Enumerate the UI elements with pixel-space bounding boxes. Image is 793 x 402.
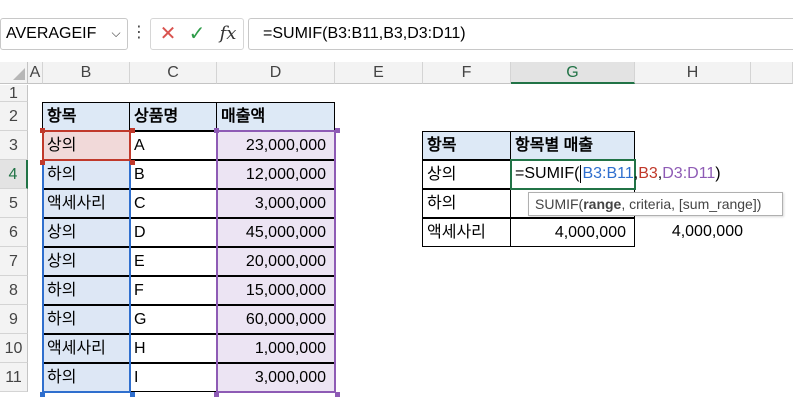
cell-f5[interactable]: 하의 [422,189,511,218]
formula-buttons: ✕ ✓ fx [150,18,244,50]
cell-d5[interactable]: 3,000,000 [216,189,335,218]
column-header-h[interactable]: H [635,62,751,84]
cell-b3[interactable]: 상의 [42,131,130,160]
column-header-b[interactable]: B [43,62,130,84]
cell-c6[interactable]: D [129,218,217,247]
formula-arg-criteria: B3 [638,165,658,182]
more-options-icon[interactable]: ⋮ [131,18,147,50]
cell-g6[interactable]: 4,000,000 [510,218,635,247]
cell-b7[interactable]: 상의 [42,247,130,276]
row-header-2[interactable]: 2 [0,102,28,131]
cell-f3[interactable]: 항목 [422,131,511,160]
row-header-3[interactable]: 3 [0,131,28,160]
cell-d2[interactable]: 매출액 [216,102,335,131]
cell-h6[interactable]: 4,000,000 [635,218,751,247]
tooltip-fn: SUMIF( [535,196,584,212]
formula-arg-range: B3:B11 [582,165,634,182]
cell-d11[interactable]: 3,000,000 [216,363,335,392]
criteria-b3-highlight-handle-3[interactable] [130,160,135,165]
cell-c2[interactable]: 상품명 [129,102,217,131]
cell-g3[interactable]: 항목별 매출 [510,131,635,160]
row-header-1[interactable]: 1 [0,85,28,102]
row-header-6[interactable]: 6 [0,218,28,247]
range-b-highlight-handle-2[interactable] [40,392,45,397]
cell-c9[interactable]: G [129,305,217,334]
cell-c4[interactable]: B [129,160,217,189]
row-header-10[interactable]: 10 [0,334,28,363]
cell-c10[interactable]: H [129,334,217,363]
formula-input[interactable]: =SUMIF(B3:B11,B3,D3:D11) [248,18,793,50]
column-header-d[interactable]: D [217,62,335,84]
formula-suffix: ) [715,165,721,182]
column-header-c[interactable]: C [130,62,217,84]
range-d-highlight-handle-1[interactable] [335,128,340,133]
tooltip-current-arg[interactable]: range [583,196,621,212]
formula-prefix: =SUMIF( [515,165,580,182]
cell-c5[interactable]: C [129,189,217,218]
criteria-b3-highlight-handle-1[interactable] [130,128,135,133]
column-header-filler [751,62,793,84]
cell-b2[interactable]: 항목 [42,102,130,131]
criteria-b3-highlight-handle-2[interactable] [40,160,45,165]
cell-b10[interactable]: 액세사리 [42,334,130,363]
cell-c7[interactable]: E [129,247,217,276]
range-d-highlight-handle-2[interactable] [214,392,219,397]
in-cell-formula[interactable]: =SUMIF(B3:B11,B3,D3:D11) [515,160,721,189]
chevron-down-icon[interactable]: ⌵ [106,18,126,50]
cell-b9[interactable]: 하의 [42,305,130,334]
range-d-highlight-handle-3[interactable] [335,392,340,397]
cell-c3[interactable]: A [129,131,217,160]
cell-b8[interactable]: 하의 [42,276,130,305]
row-header-8[interactable]: 8 [0,276,28,305]
enter-icon[interactable]: ✓ [185,19,209,49]
cell-d8[interactable]: 15,000,000 [216,276,335,305]
cancel-icon[interactable]: ✕ [157,19,179,49]
range-b-highlight-handle-3[interactable] [130,392,135,397]
row-header-5[interactable]: 5 [0,189,28,218]
cell-d6[interactable]: 45,000,000 [216,218,335,247]
function-tooltip: SUMIF(range, criteria, [sum_range]) [528,192,783,216]
column-header-g[interactable]: G [511,62,635,84]
cell-b6[interactable]: 상의 [42,218,130,247]
criteria-b3-highlight-handle-0[interactable] [40,128,45,133]
cell-d10[interactable]: 1,000,000 [216,334,335,363]
tooltip-rest: , criteria, [sum_range]) [621,196,762,212]
column-header-e[interactable]: E [335,62,423,84]
cell-d9[interactable]: 60,000,000 [216,305,335,334]
column-header-f[interactable]: F [423,62,511,84]
cell-b5[interactable]: 액세사리 [42,189,130,218]
cell-b4[interactable]: 하의 [42,160,130,189]
cell-d3[interactable]: 23,000,000 [216,131,335,160]
formula-arg-sum-range: D3:D11 [662,165,716,182]
row-header-11[interactable]: 11 [0,363,28,392]
row-header-7[interactable]: 7 [0,247,28,276]
column-header-a[interactable]: A [28,62,43,84]
select-all-triangle-icon [13,68,25,80]
cell-d4[interactable]: 12,000,000 [216,160,335,189]
cell-f4[interactable]: 상의 [422,160,511,189]
row-header-4[interactable]: 4 [0,160,28,189]
cell-c11[interactable]: I [129,363,217,392]
cell-c8[interactable]: F [129,276,217,305]
cell-b11[interactable]: 하의 [42,363,130,392]
cell-d7[interactable]: 20,000,000 [216,247,335,276]
range-d-highlight-handle-0[interactable] [214,128,219,133]
cell-f6[interactable]: 액세사리 [422,218,511,247]
insert-function-button[interactable]: fx [215,19,241,49]
row-header-9[interactable]: 9 [0,305,28,334]
